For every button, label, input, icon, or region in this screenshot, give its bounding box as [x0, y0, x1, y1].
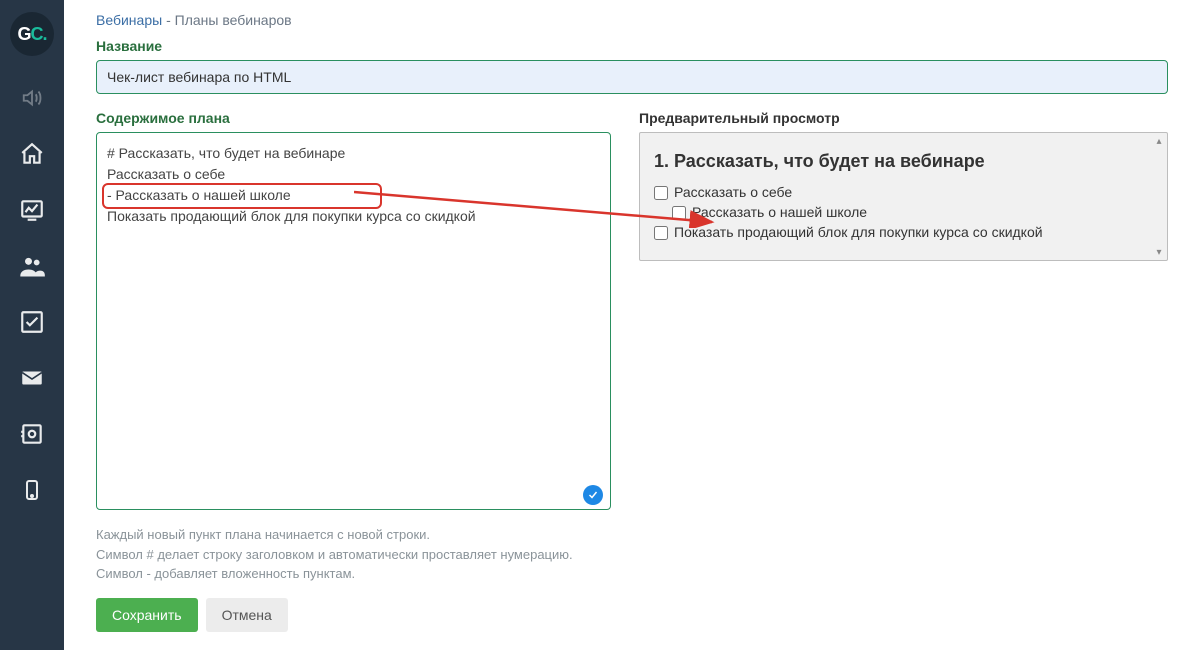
- preview-checkbox[interactable]: [672, 206, 686, 220]
- volume-icon: [18, 84, 46, 112]
- scroll-up-icon[interactable]: ▴: [1153, 135, 1165, 147]
- name-input[interactable]: [96, 60, 1168, 94]
- preview-label: Предварительный просмотр: [639, 110, 1168, 126]
- safe-icon[interactable]: [18, 420, 46, 448]
- breadcrumb-current: Планы вебинаров: [175, 12, 292, 28]
- chart-icon[interactable]: [18, 196, 46, 224]
- preview-heading: 1. Рассказать, что будет на вебинаре: [654, 151, 1149, 172]
- preview-checkbox[interactable]: [654, 226, 668, 240]
- grammar-check-icon: [583, 485, 603, 505]
- preview-item-label: Рассказать о нашей школе: [692, 204, 867, 220]
- help-text: Каждый новый пункт плана начинается с но…: [96, 525, 611, 584]
- check-square-icon[interactable]: [18, 308, 46, 336]
- preview-panel: ▴ 1. Рассказать, что будет на вебинаре Р…: [639, 132, 1168, 261]
- breadcrumb: Вебинары - Планы вебинаров: [96, 12, 1168, 28]
- preview-item-label: Рассказать о себе: [674, 184, 792, 200]
- scroll-down-icon[interactable]: ▾: [1153, 246, 1165, 258]
- main-content: Вебинары - Планы вебинаров Название Соде…: [64, 0, 1200, 650]
- content-textarea[interactable]: [96, 132, 611, 510]
- home-icon[interactable]: [18, 140, 46, 168]
- mail-icon[interactable]: [18, 364, 46, 392]
- users-icon[interactable]: [18, 252, 46, 280]
- save-button[interactable]: Сохранить: [96, 598, 198, 632]
- preview-item: Рассказать о себе: [654, 184, 1149, 200]
- preview-item: Рассказать о нашей школе: [672, 204, 1149, 220]
- content-label: Содержимое плана: [96, 110, 611, 126]
- sidebar: GC.: [0, 0, 64, 650]
- logo: GC.: [10, 12, 54, 56]
- cancel-button[interactable]: Отмена: [206, 598, 288, 632]
- preview-item: Показать продающий блок для покупки курс…: [654, 224, 1149, 240]
- preview-item-label: Показать продающий блок для покупки курс…: [674, 224, 1043, 240]
- name-label: Название: [96, 38, 1168, 54]
- mobile-icon[interactable]: [18, 476, 46, 504]
- breadcrumb-sep: -: [166, 12, 171, 28]
- breadcrumb-link[interactable]: Вебинары: [96, 12, 162, 28]
- preview-checkbox[interactable]: [654, 186, 668, 200]
